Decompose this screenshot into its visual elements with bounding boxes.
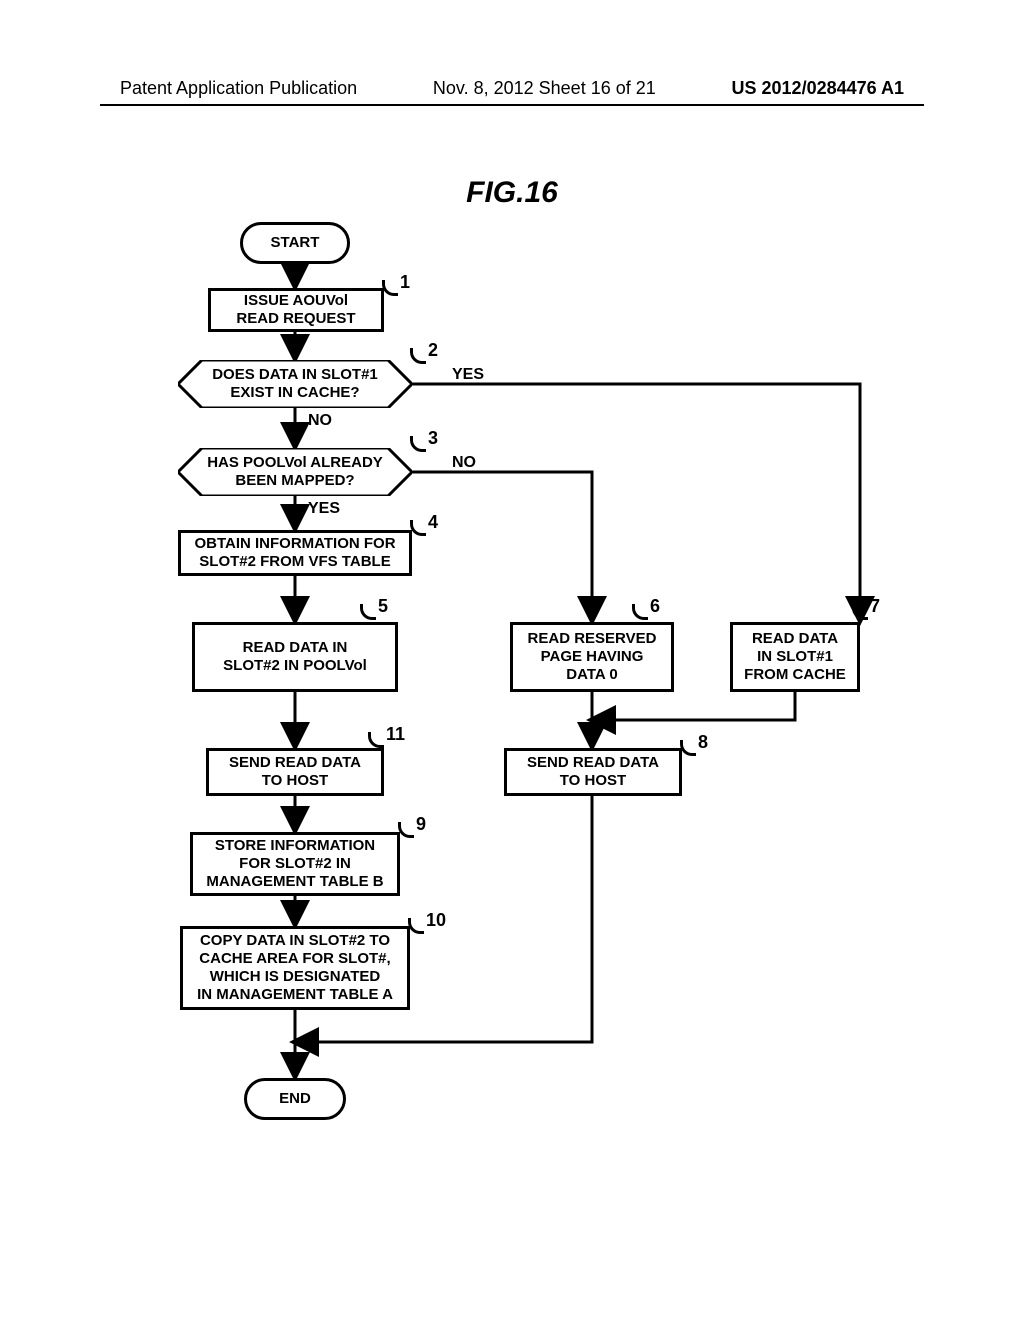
num-3: 3	[428, 428, 438, 449]
label-no-3: NO	[452, 454, 476, 472]
num-1: 1	[400, 272, 410, 293]
header-mid: Nov. 8, 2012 Sheet 16 of 21	[433, 78, 656, 99]
node-8-text: SEND READ DATA TO HOST	[527, 754, 659, 790]
node-read-reserved-page: READ RESERVED PAGE HAVING DATA 0	[510, 622, 674, 692]
node-7-text: READ DATA IN SLOT#1 FROM CACHE	[744, 630, 846, 684]
label-yes-3: YES	[308, 500, 340, 518]
header-right: US 2012/0284476 A1	[732, 78, 904, 99]
node-9-text: STORE INFORMATION FOR SLOT#2 IN MANAGEME…	[206, 837, 383, 891]
label-yes-2: YES	[452, 366, 484, 384]
num-11: 11	[386, 724, 405, 745]
node-11-text: SEND READ DATA TO HOST	[229, 754, 361, 790]
num-4: 4	[428, 512, 438, 533]
node-decision-poolvol-mapped: HAS POOLVol ALREADY BEEN MAPPED?	[178, 448, 412, 496]
node-read-slot2-poolvol: READ DATA IN SLOT#2 IN POOLVol	[192, 622, 398, 692]
label-no-2: NO	[308, 412, 332, 430]
node-read-slot1-cache: READ DATA IN SLOT#1 FROM CACHE	[730, 622, 860, 692]
node-1-text: ISSUE AOUVol READ REQUEST	[236, 292, 355, 328]
node-obtain-vfs: OBTAIN INFORMATION FOR SLOT#2 FROM VFS T…	[178, 530, 412, 576]
node-end-label: END	[279, 1090, 311, 1108]
header-left: Patent Application Publication	[120, 78, 357, 99]
num-10: 10	[426, 910, 446, 931]
node-decision-cache: DOES DATA IN SLOT#1 EXIST IN CACHE?	[178, 360, 412, 408]
node-copy-slot2-cache: COPY DATA IN SLOT#2 TO CACHE AREA FOR SL…	[180, 926, 410, 1010]
node-start: START	[240, 222, 350, 264]
num-9: 9	[416, 814, 426, 835]
node-store-mgmt-b: STORE INFORMATION FOR SLOT#2 IN MANAGEME…	[190, 832, 400, 896]
num-6: 6	[650, 596, 660, 617]
node-end: END	[244, 1078, 346, 1120]
num-5: 5	[378, 596, 388, 617]
node-start-label: START	[271, 234, 320, 252]
num-2: 2	[428, 340, 438, 361]
node-10-text: COPY DATA IN SLOT#2 TO CACHE AREA FOR SL…	[197, 932, 393, 1004]
num-8: 8	[698, 732, 708, 753]
node-send-read-data-left: SEND READ DATA TO HOST	[206, 748, 384, 796]
node-5-text: READ DATA IN SLOT#2 IN POOLVol	[223, 639, 367, 675]
node-4-text: OBTAIN INFORMATION FOR SLOT#2 FROM VFS T…	[194, 535, 395, 571]
node-6-text: READ RESERVED PAGE HAVING DATA 0	[528, 630, 657, 684]
flowchart: START ISSUE AOUVol READ REQUEST 1 DOES D…	[160, 220, 900, 1180]
num-7: 7	[870, 596, 880, 617]
header-rule	[100, 104, 924, 106]
node-3-text: HAS POOLVol ALREADY BEEN MAPPED?	[207, 454, 383, 490]
node-2-text: DOES DATA IN SLOT#1 EXIST IN CACHE?	[212, 366, 378, 402]
page-header: Patent Application Publication Nov. 8, 2…	[0, 78, 1024, 99]
node-send-read-data-right: SEND READ DATA TO HOST	[504, 748, 682, 796]
node-issue-read-request: ISSUE AOUVol READ REQUEST	[208, 288, 384, 332]
figure-title: FIG.16	[0, 176, 1024, 210]
